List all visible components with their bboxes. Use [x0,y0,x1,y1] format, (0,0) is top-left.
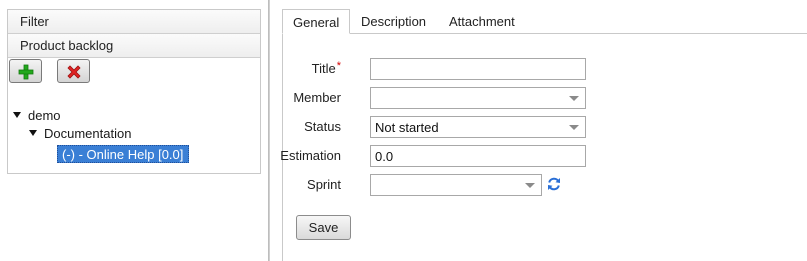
estimation-input[interactable] [370,145,586,167]
tab-attachment[interactable]: Attachment [439,9,525,34]
add-button[interactable] [9,59,42,83]
estimation-label: Estimation [280,148,341,163]
filter-header[interactable]: Filter [8,10,260,34]
detail-panel: General Description Attachment Title* Me… [280,9,807,261]
sprint-row: Sprint [283,174,783,196]
status-label: Status [304,119,341,134]
chevron-down-icon [525,183,535,188]
title-label: Title* [311,60,341,76]
backlog-panel: Filter Product backlog demo Documentatio… [7,9,261,174]
backlog-toolbar [8,58,260,86]
tree-node-label: demo [28,108,61,123]
title-label-text: Title [311,61,336,76]
status-value: Not started [375,120,439,135]
tree-node-online-help[interactable]: (-) - Online Help [0.0] [57,145,190,163]
required-marker: * [336,60,341,72]
tree-node-documentation[interactable]: Documentation [29,125,131,143]
tab-description[interactable]: Description [351,9,436,34]
sprint-select[interactable] [370,174,542,196]
plus-icon [18,64,34,80]
estimation-row: Estimation [280,145,783,167]
expanded-arrow-icon[interactable] [13,111,21,118]
x-icon [67,65,81,79]
sprint-label: Sprint [307,177,341,192]
save-button[interactable]: Save [296,215,351,240]
expanded-arrow-icon[interactable] [29,129,37,136]
member-label: Member [293,90,341,105]
general-tab-content: Title* Member Status Not started Estimat… [280,34,807,261]
tree-node-label: Documentation [44,126,132,141]
tab-bar: General Description Attachment [282,9,807,34]
product-backlog-header[interactable]: Product backlog [8,34,260,58]
chevron-down-icon [569,96,579,101]
status-row: Status Not started [283,116,783,138]
title-input[interactable] [370,58,586,80]
refresh-icon[interactable] [546,176,562,192]
status-select[interactable]: Not started [370,116,586,138]
title-row: Title* [283,58,783,80]
delete-button[interactable] [57,59,90,83]
member-select[interactable] [370,87,586,109]
member-row: Member [283,87,783,109]
tab-general[interactable]: General [282,9,351,34]
panel-splitter[interactable] [268,0,270,261]
chevron-down-icon [569,125,579,130]
tree-node-demo[interactable]: demo [13,107,61,125]
